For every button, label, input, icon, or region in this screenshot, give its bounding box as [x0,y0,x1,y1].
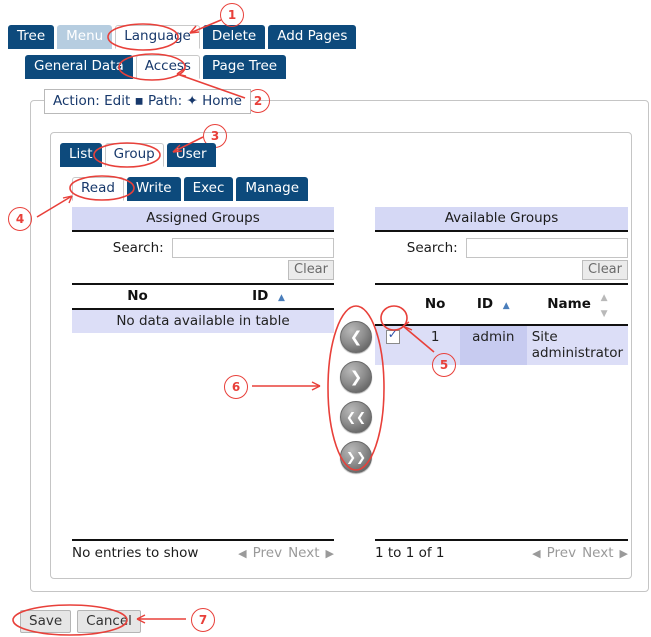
available-grid: No ID ▲ Name ▲▼ 1 adm [375,283,628,365]
move-all-left-button[interactable]: ❮❮ [340,401,372,433]
tab-manage[interactable]: Manage [236,177,309,201]
sort-both-icon: ▲ ▼ [600,293,608,319]
assigned-empty-message: No data available in table [72,309,334,333]
tab-write[interactable]: Write [126,177,181,201]
toolbar-button-delete[interactable]: Delete [202,25,266,49]
prev-arrow-icon: ◀ [238,546,247,560]
tab-general-data[interactable]: General Data [25,55,133,79]
scope-tab-row: List Group User [60,143,219,167]
toolbar-button-menu[interactable]: Menu [57,25,113,49]
available-col-no[interactable]: No [410,283,460,326]
assigned-footer-info: No entries to show [72,545,199,561]
available-search-row: Search: [375,232,628,258]
tab-list[interactable]: List [60,143,102,167]
available-groups-title: Available Groups [375,207,628,232]
assigned-header-row: No ID ▲ [72,283,334,310]
move-all-right-button[interactable]: ❯❯ [340,441,372,473]
available-col-id[interactable]: ID ▲ [459,283,527,326]
tab-read[interactable]: Read [72,177,124,201]
row-id: admin [459,325,527,365]
row-checkbox[interactable] [385,327,400,344]
form-actions: Save Cancel [20,610,141,633]
row-select-cell[interactable] [375,325,411,365]
permission-tab-row: Read Write Exec Manage [72,177,311,201]
row-name: Site administrator [526,325,628,365]
assigned-prev-button[interactable]: Prev [253,545,282,561]
assigned-groups-table: Assigned Groups Search: Clear No ID ▲ No [72,207,334,333]
annotation-marker-5: 5 [432,353,456,377]
assigned-search-row: Search: [72,232,334,258]
available-search-label: Search: [406,240,458,256]
sort-ascending-icon: ▲ [502,301,510,311]
tab-access[interactable]: Access [135,55,200,79]
cancel-button[interactable]: Cancel [77,610,141,633]
assigned-footer: No entries to show ◀ Prev Next ▶ [72,539,334,561]
tab-user[interactable]: User [166,143,216,167]
available-pager: ◀ Prev Next ▶ [532,545,628,561]
assigned-search-input[interactable] [172,238,334,258]
assigned-clear-row: Clear [72,258,334,283]
toolbar-button-language[interactable]: Language [115,25,200,49]
available-prev-button[interactable]: Prev [547,545,576,561]
tab-page-tree[interactable]: Page Tree [202,55,287,79]
available-groups-table: Available Groups Search: Clear No ID ▲ N… [375,207,628,365]
toolbar-button-tree[interactable]: Tree [8,25,55,49]
next-arrow-icon: ▶ [325,546,334,560]
transfer-button-group: ❮ ❯ ❮❮ ❯❯ [340,321,372,481]
move-left-button[interactable]: ❮ [340,321,372,353]
toolbar-row-secondary: General Data Access Page Tree [25,55,289,79]
assigned-grid: No ID ▲ No data available in table [72,283,334,333]
assigned-clear-button[interactable]: Clear [288,260,334,280]
assigned-search-label: Search: [112,240,164,256]
assigned-next-button[interactable]: Next [288,545,319,561]
prev-arrow-icon: ◀ [532,546,541,560]
available-col-name[interactable]: Name ▲ ▼ [526,283,628,326]
action-path-bar: Action: Edit ▪ Path: ✦ Home [44,89,251,114]
available-next-button[interactable]: Next [582,545,613,561]
action-path-text: Action: Edit ▪ Path: ✦ Home [53,93,242,109]
annotation-marker-6: 6 [224,375,248,399]
assigned-empty-row: No data available in table [72,309,334,333]
next-arrow-icon: ▶ [619,546,628,560]
tab-group[interactable]: Group [104,143,164,167]
toolbar-button-add-pages[interactable]: Add Pages [268,25,357,49]
annotation-marker-1: 1 [220,3,244,27]
move-right-button[interactable]: ❯ [340,361,372,393]
tab-exec[interactable]: Exec [183,177,234,201]
available-clear-button[interactable]: Clear [582,260,628,280]
table-row[interactable]: 1 admin Site administrator [375,325,628,365]
annotation-marker-4: 4 [8,207,32,231]
app-root: Tree Menu Language Delete Add Pages Gene… [0,0,651,637]
toolbar-row-primary: Tree Menu Language Delete Add Pages [8,25,359,49]
save-button[interactable]: Save [20,610,72,633]
available-footer-info: 1 to 1 of 1 [375,545,445,561]
available-search-input[interactable] [466,238,628,258]
available-col-select [375,283,411,326]
annotation-marker-7: 7 [191,608,215,632]
available-header-row: No ID ▲ Name ▲ ▼ [375,283,628,326]
available-footer: 1 to 1 of 1 ◀ Prev Next ▶ [375,539,628,561]
assigned-col-no[interactable]: No [72,283,203,310]
assigned-col-id[interactable]: ID ▲ [203,283,334,310]
assigned-groups-title: Assigned Groups [72,207,334,232]
assigned-pager: ◀ Prev Next ▶ [238,545,334,561]
sort-ascending-icon: ▲ [278,293,285,303]
available-clear-row: Clear [375,258,628,283]
